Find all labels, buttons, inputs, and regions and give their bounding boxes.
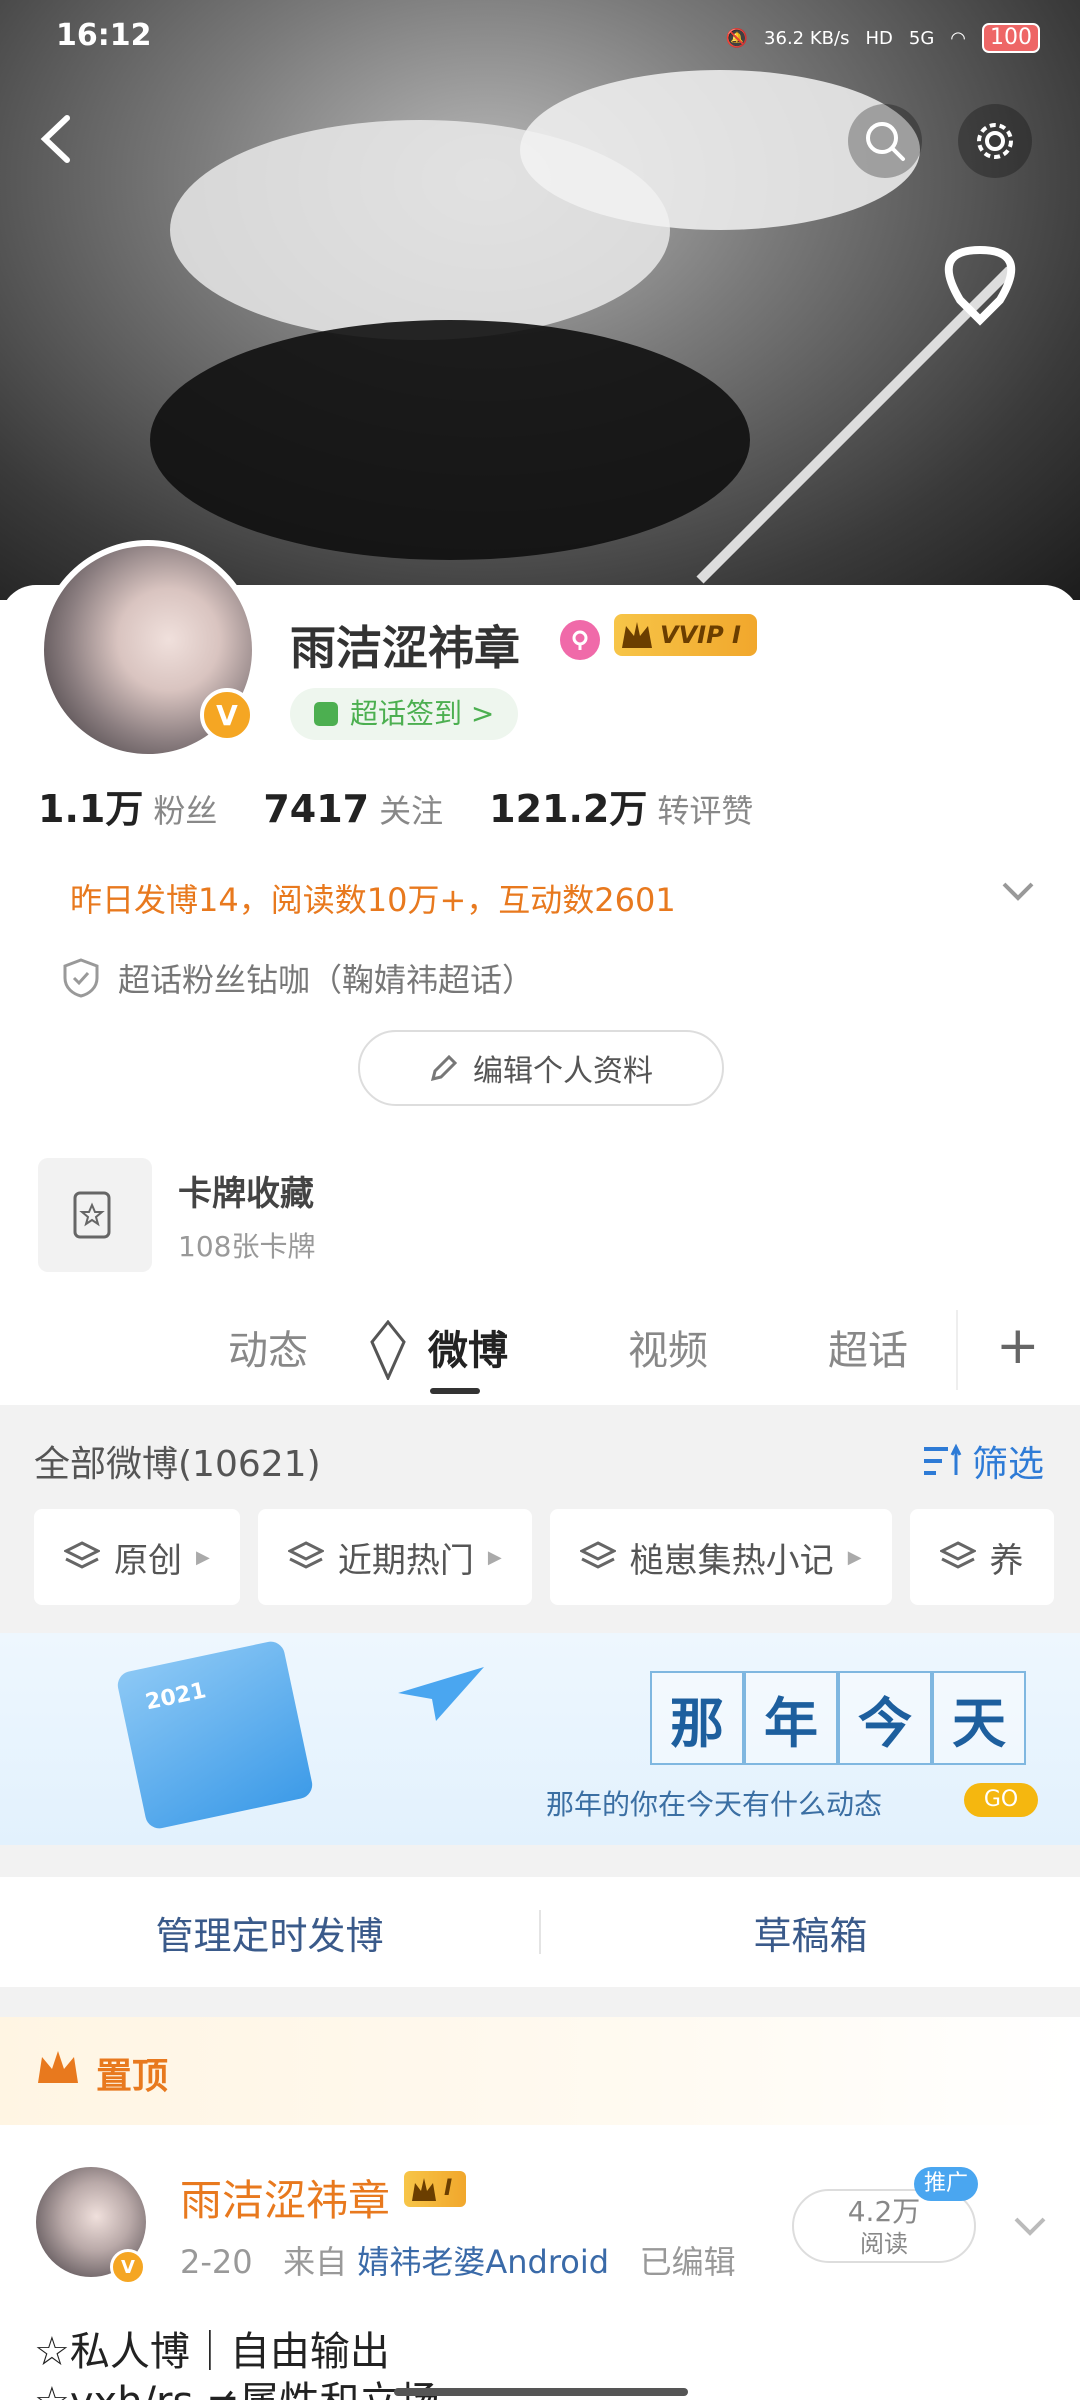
username: 雨洁涩祎章	[290, 621, 520, 675]
caret-icon: ▶	[196, 1546, 210, 1568]
all-weibo-count: 全部微博(10621)	[34, 1444, 321, 1485]
hd-icon: HD	[865, 27, 893, 49]
back-arrow-icon	[40, 115, 70, 163]
post-meta: 2-20 来自 婧祎老婆Android 已编辑	[180, 2243, 736, 2281]
stat-following[interactable]: 7417 关注	[263, 786, 443, 832]
filter-button[interactable]: 筛选	[922, 1435, 1044, 1487]
status-time: 16:12	[56, 18, 152, 53]
cover-banner[interactable]: 16:12 🔕 36.2 KB/s HD 5G ◠ 100	[0, 0, 1080, 600]
tab-dynamic[interactable]: 动态	[228, 1318, 308, 1376]
stat-followers[interactable]: 1.1万 粉丝	[38, 778, 217, 833]
memory-title: 那 年 今 天	[650, 1671, 1026, 1765]
drafts-button[interactable]: 草稿箱	[541, 1905, 1080, 1960]
net-speed: 36.2 KB/s	[764, 27, 850, 49]
wifi-icon: ◠	[950, 27, 966, 49]
edit-profile-button[interactable]: 编辑个人资料	[358, 1030, 724, 1106]
chip-recent-hot[interactable]: 近期热门 ▶	[257, 1509, 532, 1605]
layers-icon	[287, 1541, 324, 1569]
calendar-icon: 2021	[115, 1639, 315, 1831]
back-button[interactable]	[20, 102, 94, 176]
search-button[interactable]	[848, 104, 922, 178]
gear-icon	[977, 123, 1013, 159]
profile-tabs: 动态 微博 视频 超话 +	[0, 1290, 1080, 1400]
tab-weibo[interactable]: 微博	[428, 1318, 508, 1376]
chip-more[interactable]: 养	[909, 1509, 1054, 1605]
wings-artwork	[150, 70, 1016, 584]
tab-divider	[956, 1310, 958, 1390]
profile-page: 16:12 🔕 36.2 KB/s HD 5G ◠ 100 V 雨洁涩祎章 VV…	[0, 0, 1080, 2400]
mute-icon: 🔕	[725, 27, 749, 49]
shield-icon	[63, 958, 99, 998]
pencil-icon	[430, 1054, 458, 1082]
status-icons: 🔕 36.2 KB/s HD 5G ◠ 100	[726, 18, 1040, 58]
layers-icon	[579, 1541, 616, 1569]
post-author[interactable]: 雨洁涩祎章	[180, 2167, 390, 2228]
vvip-badge[interactable]: VVIP I	[614, 614, 757, 656]
signal-icon: 5G	[908, 27, 935, 49]
tab-chaohua[interactable]: 超话	[828, 1318, 908, 1376]
scheduled-posts-button[interactable]: 管理定时发博	[0, 1905, 539, 1960]
profile-stats: 1.1万 粉丝 7417 关注 121.2万 转评赞	[38, 778, 753, 833]
caret-icon: ▶	[487, 1546, 502, 1568]
settings-button[interactable]	[958, 104, 1032, 178]
checkin-icon	[314, 702, 338, 726]
chaohua-checkin-button[interactable]: 超话签到 >	[290, 688, 519, 740]
pinned-label: 置顶	[96, 2056, 169, 2097]
card-collection-count: 108张卡牌	[178, 1229, 316, 1263]
card-icon	[38, 1158, 152, 1272]
memory-banner[interactable]: 2021 那 年 今 天 那年的你在今天有什么动态 GO	[0, 1633, 1080, 1845]
promote-badge[interactable]: 推广	[914, 2167, 978, 2201]
add-tab-icon[interactable]: +	[996, 1316, 1040, 1376]
tab-indicator	[430, 1388, 480, 1394]
tab-video[interactable]: 视频	[628, 1318, 708, 1376]
post-text-line: ☆yxh/rs ≠属性和立场	[34, 2369, 440, 2400]
pinned-bar: 置顶	[0, 2017, 1080, 2125]
chevron-down-icon[interactable]	[998, 872, 1038, 916]
paper-plane-icon	[398, 1667, 484, 1721]
post-source[interactable]: 婧祎老婆Android	[357, 2243, 609, 2281]
verified-badge-icon: V	[200, 688, 254, 742]
memory-subtitle: 那年的你在今天有什么动态	[546, 1788, 883, 1821]
verified-badge-icon: V	[110, 2249, 146, 2285]
crown-icon	[622, 622, 652, 648]
stat-interactions[interactable]: 121.2万 转评赞	[489, 778, 753, 833]
crown-icon	[38, 2051, 78, 2083]
home-indicator[interactable]	[394, 2388, 688, 2396]
super-topic-role[interactable]: 超话粉丝钻咖（鞠婧祎超话）	[62, 955, 534, 1001]
battery-icon: 100	[982, 23, 1040, 53]
daily-summary[interactable]: 昨日发博14，阅读数10万+，互动数2601	[70, 875, 676, 921]
search-icon	[866, 122, 905, 161]
diamond-icon	[370, 1320, 406, 1380]
card-collection-title: 卡牌收藏	[178, 1173, 314, 1214]
chevron-down-icon[interactable]	[1010, 2207, 1050, 2251]
manage-row: 管理定时发博 草稿箱	[0, 1877, 1080, 1987]
pinned-post[interactable]: 置顶 V 雨洁涩祎章 I 2-20 来自 婧祎老婆Android 已编辑 4.2…	[0, 2017, 1080, 2400]
layers-icon	[939, 1541, 976, 1569]
chip-original[interactable]: 原创 ▶	[34, 1509, 240, 1605]
filter-icon	[923, 1443, 962, 1475]
female-icon	[560, 620, 600, 660]
memory-go-button[interactable]: GO	[964, 1783, 1038, 1817]
card-collection[interactable]: 卡牌收藏 108张卡牌	[38, 1158, 315, 1272]
feed-section: 全部微博(10621) 筛选 原创 ▶ 近期热门 ▶ 槌崽集热小记 ▶ 养 2021 …	[0, 1405, 1080, 2400]
level-badge: I	[404, 2171, 467, 2207]
category-chips: 原创 ▶ 近期热门 ▶ 槌崽集热小记 ▶ 养	[34, 1509, 1080, 1605]
layers-icon	[64, 1541, 100, 1569]
caret-icon: ▶	[847, 1546, 862, 1568]
chip-collection[interactable]: 槌崽集热小记 ▶	[549, 1509, 892, 1605]
crown-icon	[412, 2178, 436, 2201]
